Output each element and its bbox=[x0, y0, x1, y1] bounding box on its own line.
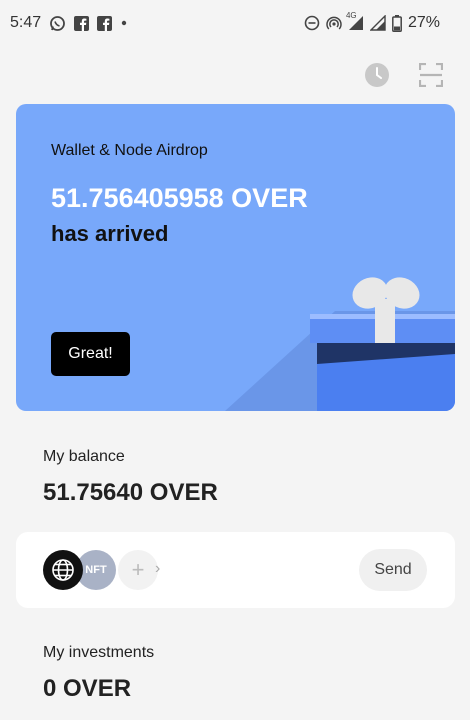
add-asset-symbol: + bbox=[131, 557, 145, 582]
history-icon[interactable] bbox=[364, 62, 390, 88]
facebook-icon bbox=[74, 15, 90, 31]
whatsapp-icon bbox=[49, 15, 66, 32]
airdrop-amount: 51.756405958 OVER bbox=[51, 183, 308, 213]
airdrop-card: Wallet & Node Airdrop 51.756405958 OVER … bbox=[16, 104, 455, 411]
do-not-disturb-icon bbox=[304, 15, 320, 31]
hotspot-icon bbox=[326, 15, 342, 31]
signal-icon bbox=[369, 15, 386, 31]
globe-icon[interactable] bbox=[43, 550, 83, 590]
battery-percent: 27% bbox=[407, 14, 440, 31]
status-time: 5:47 bbox=[10, 14, 42, 31]
battery-icon bbox=[392, 14, 402, 32]
network-type: 4G bbox=[345, 11, 357, 20]
chevron-right-icon[interactable]: › bbox=[155, 560, 160, 578]
gift-box-illustration bbox=[225, 277, 455, 411]
notification-dot-icon bbox=[120, 19, 128, 27]
assets-row[interactable]: + NFT › Send bbox=[16, 532, 455, 608]
facebook-icon-2 bbox=[97, 15, 113, 31]
send-button[interactable]: Send bbox=[359, 549, 427, 591]
balance-label: My balance bbox=[43, 448, 125, 465]
add-asset-icon[interactable]: + bbox=[118, 550, 158, 590]
airdrop-subtitle: has arrived bbox=[51, 221, 169, 246]
nft-label: NFT bbox=[85, 564, 107, 576]
investments-label: My investments bbox=[43, 644, 155, 661]
great-button[interactable]: Great! bbox=[51, 332, 130, 376]
signal-4g-icon: 4G bbox=[346, 11, 364, 31]
status-bar: 5:47 4G 27% bbox=[0, 0, 470, 46]
investments-value: 0 OVER bbox=[43, 675, 132, 702]
airdrop-title: Wallet & Node Airdrop bbox=[51, 142, 208, 159]
balance-value: 51.75640 OVER bbox=[43, 479, 218, 506]
scan-icon[interactable] bbox=[418, 62, 444, 88]
